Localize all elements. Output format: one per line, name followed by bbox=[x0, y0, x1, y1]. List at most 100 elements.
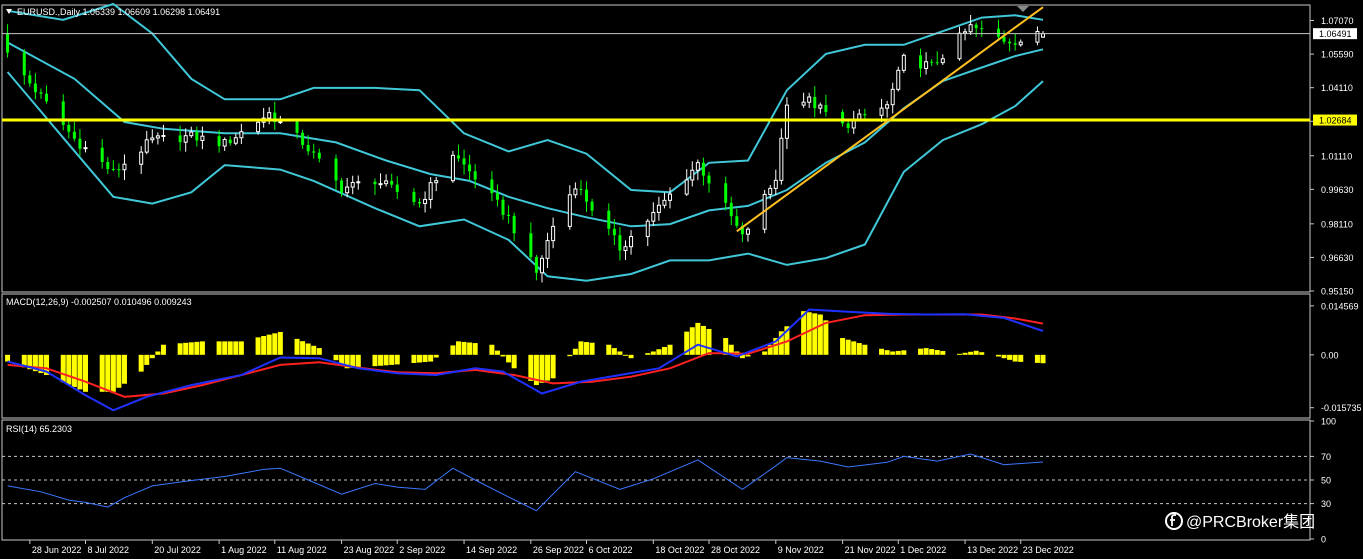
macd-bar bbox=[500, 354, 506, 357]
price-tick-label: 0.95150 bbox=[1321, 287, 1354, 297]
macd-bar bbox=[528, 354, 534, 381]
time-tick-label: 20 Jul 2022 bbox=[154, 545, 201, 555]
macd-bar bbox=[60, 354, 66, 383]
macd-bar bbox=[411, 354, 417, 363]
macd-bar bbox=[584, 342, 590, 355]
macd-bar bbox=[110, 354, 116, 392]
macd-tick-label: 0.00 bbox=[1321, 350, 1339, 360]
level-price-label: 1.02684 bbox=[1319, 116, 1352, 126]
macd-bar bbox=[199, 341, 205, 355]
watermark-text: @PRCBroker集团 bbox=[1186, 513, 1315, 531]
macd-bar bbox=[879, 348, 885, 355]
macd-bar bbox=[378, 354, 384, 366]
macd-bar bbox=[539, 354, 545, 383]
rsi-tick-label: 70 bbox=[1321, 452, 1331, 462]
macd-bar bbox=[333, 354, 339, 361]
macd-bar bbox=[494, 350, 500, 355]
macd-bar bbox=[856, 343, 862, 355]
macd-bar bbox=[222, 341, 228, 355]
macd-bar bbox=[261, 336, 267, 355]
candle bbox=[450, 150, 455, 183]
price-tick-label: 1.07070 bbox=[1321, 16, 1354, 26]
macd-bar bbox=[272, 333, 278, 355]
macd-bar bbox=[1001, 354, 1007, 359]
macd-bar bbox=[467, 342, 473, 355]
macd-bar bbox=[973, 350, 979, 355]
macd-bar bbox=[550, 354, 556, 379]
time-tick-label: 1 Dec 2022 bbox=[900, 545, 946, 555]
macd-bar bbox=[77, 354, 83, 390]
macd-bar bbox=[589, 342, 595, 355]
macd-bar bbox=[884, 350, 890, 355]
macd-bar bbox=[116, 354, 122, 388]
macd-bar bbox=[578, 341, 584, 355]
macd-bar bbox=[572, 348, 578, 355]
macd-bar bbox=[455, 341, 461, 355]
candle bbox=[901, 53, 906, 73]
macd-bar bbox=[840, 338, 846, 355]
macd-bar bbox=[1034, 354, 1040, 363]
macd-bar bbox=[311, 345, 317, 355]
rsi-tick-label: 100 bbox=[1321, 417, 1336, 427]
macd-bar bbox=[806, 312, 812, 355]
macd-bar bbox=[138, 354, 144, 372]
macd-bar bbox=[695, 322, 701, 355]
macd-bar bbox=[706, 328, 712, 355]
macd-bar bbox=[305, 343, 311, 355]
time-tick-label: 1 Aug 2022 bbox=[221, 545, 267, 555]
macd-bar bbox=[567, 354, 573, 357]
macd-bar bbox=[83, 354, 89, 392]
macd-bar bbox=[506, 354, 512, 363]
macd-bar bbox=[934, 350, 940, 355]
level-price-tag: 1.02684 bbox=[1313, 114, 1357, 126]
macd-bar bbox=[1007, 354, 1013, 360]
macd-bar bbox=[183, 342, 189, 355]
macd-bar bbox=[316, 348, 322, 355]
time-tick-label: 8 Jul 2022 bbox=[88, 545, 130, 555]
macd-bar bbox=[294, 338, 300, 355]
time-tick-label: 6 Oct 2022 bbox=[589, 545, 633, 555]
macd-bar bbox=[188, 342, 194, 355]
time-tick-label: 23 Aug 2022 bbox=[344, 545, 395, 555]
time-tick-label: 21 Nov 2022 bbox=[845, 545, 896, 555]
macd-bar bbox=[227, 341, 233, 355]
time-tick-label: 2 Sep 2022 bbox=[399, 545, 445, 555]
price-tick-label: 1.04110 bbox=[1321, 83, 1353, 93]
macd-bar bbox=[428, 354, 434, 362]
macd-bar bbox=[667, 344, 673, 355]
macd-bar bbox=[1018, 354, 1024, 362]
macd-bar bbox=[895, 350, 901, 355]
macd-bar bbox=[901, 350, 907, 355]
macd-bar bbox=[817, 314, 823, 355]
macd-bar bbox=[1040, 354, 1046, 364]
macd-bar bbox=[372, 354, 378, 367]
macd-bar bbox=[233, 341, 239, 355]
macd-bar bbox=[689, 327, 695, 355]
macd-bar bbox=[979, 352, 985, 355]
price-tick-label: 0.99630 bbox=[1321, 185, 1354, 195]
price-tick-label: 1.05590 bbox=[1321, 50, 1354, 60]
macd-bar bbox=[355, 354, 361, 368]
chart-canvas: 1.070701.055901.041101.026301.011100.996… bbox=[0, 0, 1363, 559]
current-price-label: 1.06491 bbox=[1319, 29, 1352, 39]
macd-bar bbox=[968, 351, 974, 355]
macd-tick-label: -0.015735 bbox=[1321, 403, 1362, 413]
macd-bar bbox=[962, 352, 968, 355]
macd-bar bbox=[611, 348, 617, 355]
macd-bar bbox=[461, 341, 467, 355]
time-tick-label: 28 Jun 2022 bbox=[32, 545, 82, 555]
rsi-tick-label: 0 bbox=[1321, 535, 1326, 545]
macd-bar bbox=[105, 354, 111, 392]
macd-bar bbox=[1012, 354, 1018, 362]
macd-bar bbox=[277, 331, 283, 355]
price-tick-label: 0.96630 bbox=[1321, 253, 1354, 263]
macd-bar bbox=[155, 351, 161, 355]
macd-bar bbox=[389, 354, 395, 365]
macd-pane-title: MACD(12,26,9) -0.002507 0.010496 0.00924… bbox=[6, 297, 192, 307]
macd-bar bbox=[5, 354, 11, 362]
macd-bar bbox=[661, 346, 667, 355]
rsi-tick-label: 50 bbox=[1321, 476, 1331, 486]
macd-bar bbox=[238, 341, 244, 355]
macd-bar bbox=[890, 351, 896, 355]
candle bbox=[896, 66, 901, 92]
